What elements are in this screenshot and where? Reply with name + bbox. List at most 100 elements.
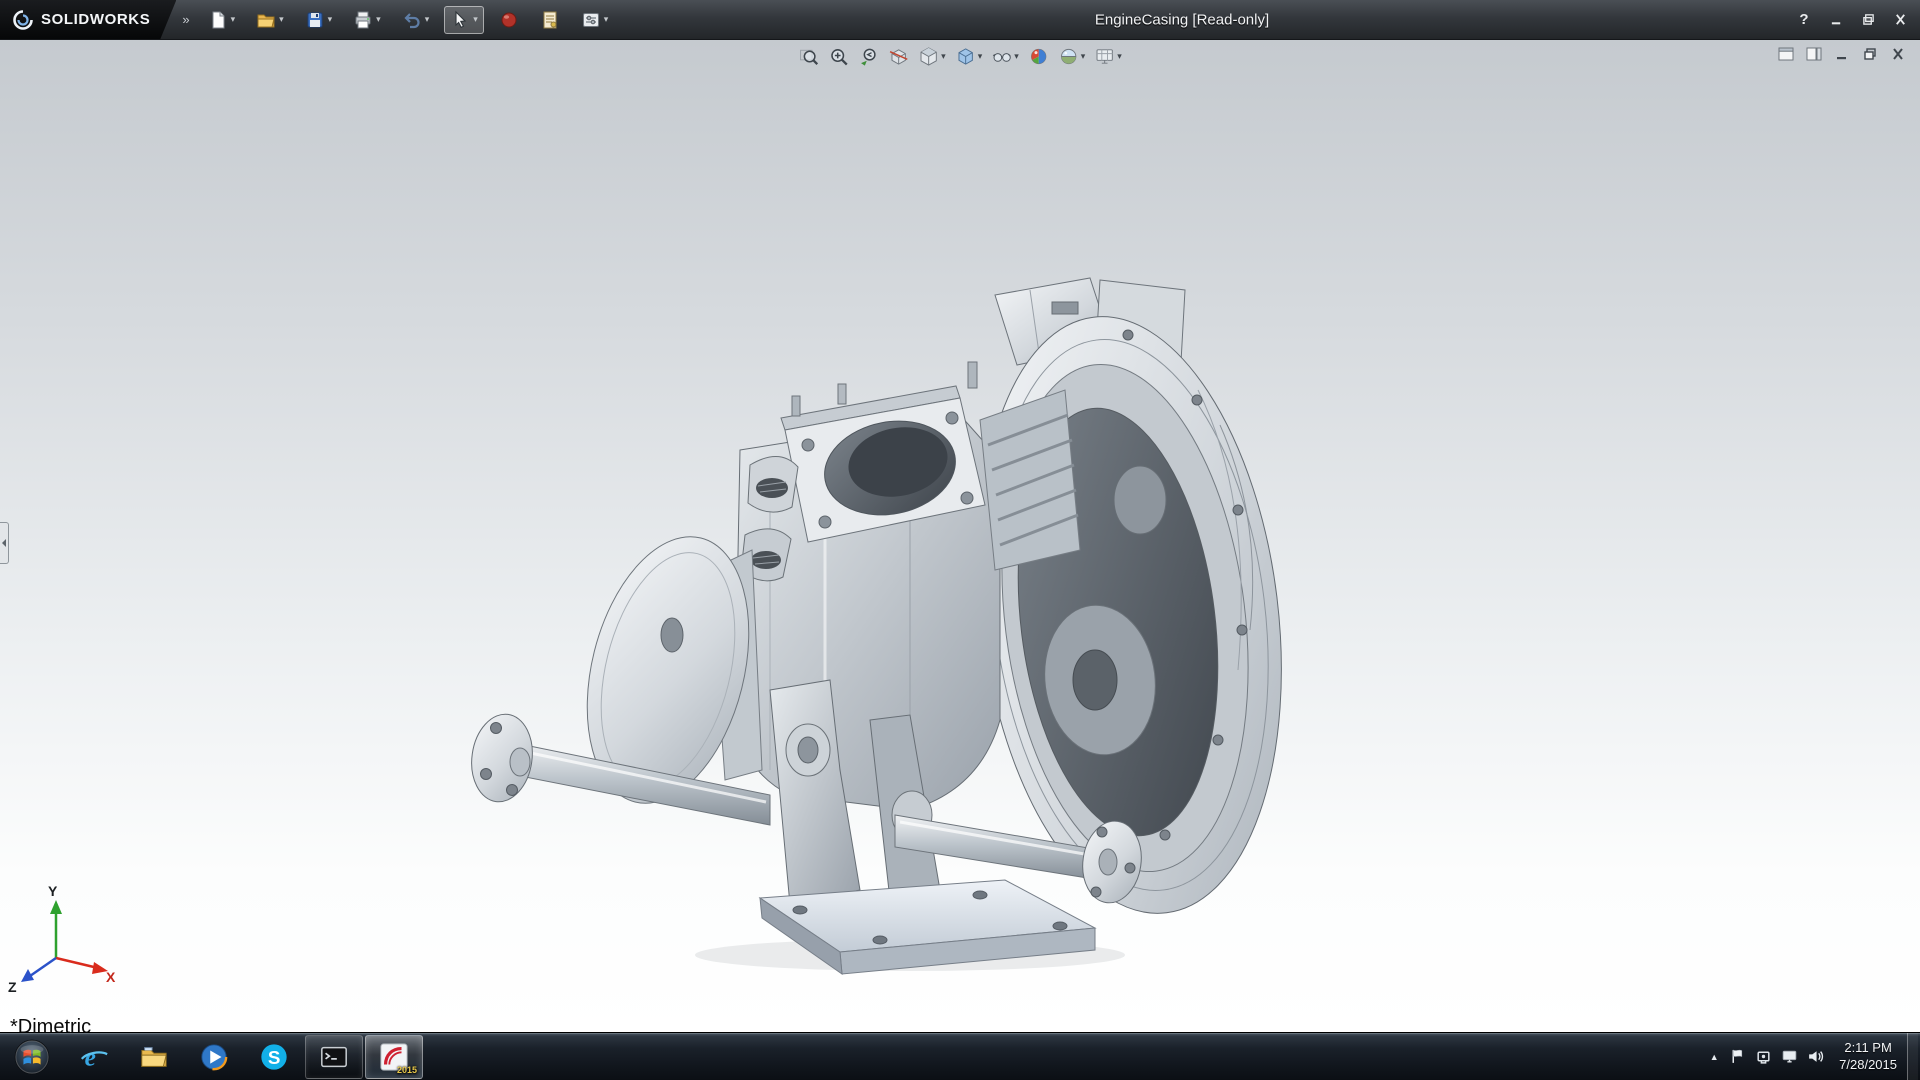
win-close-icon: [1893, 13, 1908, 26]
windows-explorer-icon: [139, 1042, 169, 1072]
dropdown-caret-icon[interactable]: ▾: [231, 15, 236, 24]
tray-icons: [1728, 1047, 1825, 1066]
dassault-swirl-icon: [12, 9, 34, 31]
tray-device-button[interactable]: [1754, 1047, 1773, 1066]
taskbar-start-button[interactable]: [1, 1035, 63, 1079]
tray-volume-button[interactable]: [1806, 1047, 1825, 1066]
select-cursor-icon: [450, 10, 470, 30]
window-controls: ?: [1794, 0, 1910, 39]
dropdown-caret-icon[interactable]: ▾: [941, 52, 946, 61]
doc-restore-button[interactable]: [1860, 45, 1880, 62]
dropdown-caret-icon[interactable]: ▾: [978, 52, 983, 61]
toolbar-save-button[interactable]: ▾: [299, 6, 339, 34]
dropdown-caret-icon[interactable]: ▾: [604, 15, 609, 24]
clock-time: 2:11 PM: [1839, 1040, 1897, 1056]
start-icon: [13, 1038, 51, 1076]
show-desktop-button[interactable]: [1907, 1033, 1918, 1080]
taskbar-internet-explorer-button[interactable]: e: [65, 1035, 123, 1079]
dropdown-caret-icon[interactable]: ▾: [328, 15, 333, 24]
taskbar-windows-explorer-button[interactable]: [125, 1035, 183, 1079]
dropdown-caret-icon[interactable]: ▾: [279, 15, 284, 24]
save-icon: [305, 10, 325, 30]
view-section-view-button[interactable]: [885, 44, 912, 69]
view-orientation-icon: [918, 46, 939, 67]
toolbar-open-folder-button[interactable]: ▾: [250, 6, 290, 34]
view-apply-scene-button[interactable]: ▾: [1055, 44, 1089, 69]
taskbar-media-player-button[interactable]: [185, 1035, 243, 1079]
taskbar-skype-button[interactable]: S: [245, 1035, 303, 1079]
view-hide-show-items-button[interactable]: ▾: [988, 44, 1022, 69]
apply-scene-icon: [1058, 46, 1079, 67]
reference-triad: Y X Z: [4, 878, 119, 996]
view-view-orientation-button[interactable]: ▾: [915, 44, 949, 69]
toolbar-print-button[interactable]: ▾: [347, 6, 387, 34]
toolbar-select-cursor-button[interactable]: ▾: [444, 6, 484, 34]
engine-casing-model[interactable]: [440, 250, 1300, 990]
view-previous-view-button[interactable]: [855, 44, 882, 69]
dropdown-caret-icon[interactable]: ▾: [425, 15, 430, 24]
toolbar-new-document-button[interactable]: ▾: [202, 6, 242, 34]
z-axis-label: Z: [8, 979, 17, 995]
y-axis-arrow: [50, 900, 62, 914]
win-minimize-button[interactable]: [1826, 10, 1846, 30]
system-tray: ▲ 2:11 PM 7/28/2015: [1702, 1033, 1920, 1080]
taskbar-command-prompt-button[interactable]: [305, 1035, 363, 1079]
taskbar-solidworks-2015-button[interactable]: 2015: [365, 1035, 423, 1079]
split-pane-icon: [1806, 47, 1822, 61]
solidworks-logo: SOLIDWORKS: [0, 0, 176, 39]
panel-flyout-tab[interactable]: [0, 522, 9, 564]
doc-minimize-button[interactable]: [1832, 45, 1852, 62]
taskbar-apps: e S 2015: [0, 1033, 424, 1080]
tray-network-display-button[interactable]: [1780, 1047, 1799, 1066]
dropdown-caret-icon[interactable]: ▾: [473, 15, 478, 24]
media-player-icon: [199, 1042, 229, 1072]
hide-show-items-icon: [991, 46, 1012, 67]
doc-close-button[interactable]: [1888, 45, 1908, 62]
action-center-flag-icon: [1729, 1048, 1746, 1065]
view-edit-appearance-button[interactable]: [1025, 44, 1052, 69]
zoom-to-fit-icon: [798, 46, 819, 67]
win-restore-icon: [1861, 13, 1876, 26]
workspace-pane-button[interactable]: [1776, 45, 1796, 62]
tray-action-center-flag-button[interactable]: [1728, 1047, 1747, 1066]
show-hidden-icons-button[interactable]: ▲: [1702, 1052, 1726, 1062]
view-display-style-button[interactable]: ▾: [952, 44, 986, 69]
y-axis-label: Y: [48, 883, 58, 899]
view-view-settings-button[interactable]: ▾: [1091, 44, 1125, 69]
heads-up-view-toolbar: ▾ ▾ ▾ ▾ ▾: [795, 44, 1125, 69]
win-minimize-icon: [1829, 13, 1844, 26]
help-button[interactable]: ?: [1794, 10, 1814, 30]
toolbar-rebuild-button[interactable]: [493, 6, 525, 34]
toolbar-file-properties-button[interactable]: [534, 6, 566, 34]
open-folder-icon: [256, 10, 276, 30]
title-bar: SOLIDWORKS » ▾ ▾ ▾ ▾ ▾ ▾ ▾ EngineCasing [Read-…: [0, 0, 1920, 40]
taskbar: e S 2015 ▲ 2:11 PM 7/28/2015: [0, 1032, 1920, 1080]
split-pane-button[interactable]: [1804, 45, 1824, 62]
options-icon: [581, 10, 601, 30]
standard-toolbar: ▾ ▾ ▾ ▾ ▾ ▾ ▾: [202, 6, 615, 34]
view-zoom-to-area-button[interactable]: [825, 44, 852, 69]
svg-text:e: e: [85, 1043, 96, 1071]
view-zoom-to-fit-button[interactable]: [795, 44, 822, 69]
win-close-button[interactable]: [1890, 10, 1910, 30]
rebuild-icon: [499, 10, 519, 30]
file-properties-icon: [540, 10, 560, 30]
volume-icon: [1807, 1048, 1824, 1065]
toolbar-undo-button[interactable]: ▾: [396, 6, 436, 34]
clock[interactable]: 2:11 PM 7/28/2015: [1833, 1040, 1907, 1073]
section-view-icon: [888, 46, 909, 67]
graphics-area[interactable]: ▾ ▾ ▾ ▾ ▾: [0, 40, 1920, 1032]
svg-text:S: S: [268, 1047, 281, 1068]
doc-minimize-icon: [1834, 47, 1850, 61]
win-restore-button[interactable]: [1858, 10, 1878, 30]
dropdown-caret-icon[interactable]: ▾: [1014, 52, 1019, 61]
document-title: EngineCasing [Read-only]: [1095, 11, 1269, 28]
undo-icon: [402, 10, 422, 30]
toolbar-overflow-chevron[interactable]: »: [182, 12, 189, 27]
dropdown-caret-icon[interactable]: ▾: [1081, 52, 1086, 61]
dropdown-caret-icon[interactable]: ▾: [376, 15, 381, 24]
x-axis: [56, 958, 98, 968]
display-style-icon: [955, 46, 976, 67]
dropdown-caret-icon[interactable]: ▾: [1117, 52, 1122, 61]
toolbar-options-button[interactable]: ▾: [575, 6, 615, 34]
